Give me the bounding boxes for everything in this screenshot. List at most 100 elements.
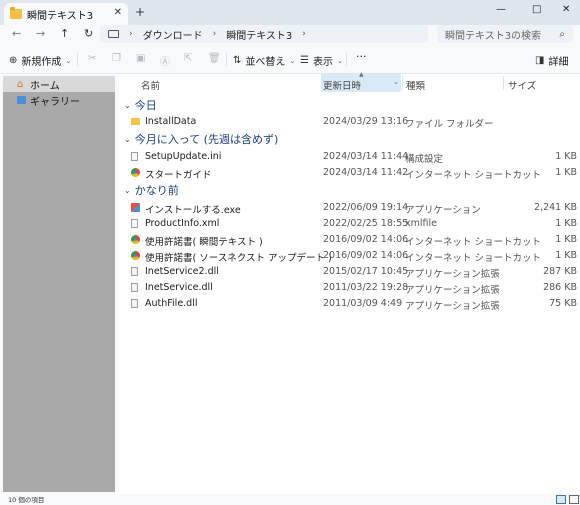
- maximize-button[interactable]: □: [532, 4, 541, 15]
- chevron-down-icon: ⌄: [124, 100, 131, 110]
- table-row[interactable]: SetupUpdate.ini 2024/03/14 11:44 構成設定 1 …: [131, 149, 577, 165]
- file-name: 使用許諾書( ソースネクスト アップデート ): [145, 253, 332, 264]
- more-options-button[interactable]: ···: [356, 50, 367, 63]
- new-button-label: 新規作成: [21, 57, 62, 68]
- close-window-button[interactable]: ✕: [562, 4, 570, 15]
- cut-icon[interactable]: ✂: [88, 53, 96, 64]
- share-icon[interactable]: ⇱: [184, 53, 192, 64]
- sidebar-item-label: ギャラリー: [30, 96, 80, 108]
- xml-file-icon: [131, 219, 138, 228]
- column-divider[interactable]: [402, 76, 403, 90]
- address-bar-row: ← → ↑ ↻ › ダウンロード › 瞬間テキスト3 › 瞬間テキスト3の検索 …: [0, 25, 580, 44]
- column-header-row: 名前 ▲ 更新日時 ⌄ 種類 サイズ: [119, 71, 580, 92]
- file-size: 1 KB: [555, 218, 577, 229]
- rename-icon[interactable]: Ⓐ: [160, 53, 170, 68]
- refresh-icon[interactable]: ↻: [84, 27, 93, 40]
- details-view-button[interactable]: [556, 495, 566, 504]
- file-date: 2016/09/02 14:06: [323, 250, 409, 261]
- command-bar: ⊕ 新規作成 ⌄ ✂ ❐ ▣ Ⓐ ⇱ 🗑 ⇅ 並べ替え ⌄ ☰ 表示 ⌄ ···…: [0, 44, 580, 74]
- table-row[interactable]: ProductInfo.xml 2022/02/25 18:55 xmlfile…: [131, 216, 577, 231]
- group-header-today[interactable]: ⌄ 今日: [124, 97, 157, 113]
- minimize-button[interactable]: —: [496, 4, 506, 15]
- breadcrumb-separator: ›: [302, 29, 306, 39]
- file-size: 286 KB: [543, 282, 577, 293]
- sidebar-item-label: ホーム: [30, 80, 60, 92]
- file-list: 名前 ▲ 更新日時 ⌄ 種類 サイズ ⌄ 今日 InstallData 2024…: [119, 71, 580, 494]
- file-type: インターネット ショートカット: [405, 253, 542, 264]
- address-field[interactable]: › ダウンロード › 瞬間テキスト3 ›: [100, 25, 428, 43]
- tab-current-folder[interactable]: 瞬間テキスト3 ✕: [4, 3, 128, 25]
- view-button-label: 表示: [312, 57, 333, 68]
- group-label: 今日: [134, 99, 157, 112]
- column-header-size[interactable]: サイズ: [508, 78, 536, 92]
- file-name: スタートガイド: [145, 170, 212, 181]
- file-name: SetupUpdate.ini: [145, 151, 222, 162]
- ini-file-icon: [131, 152, 138, 161]
- table-row[interactable]: AuthFile.dll 2011/03/09 4:49 アプリケーション拡張 …: [131, 296, 577, 312]
- table-row[interactable]: インストールする.exe 2022/06/09 19:14 アプリケーション 2…: [131, 200, 577, 216]
- file-date: 2024/03/14 11:42: [323, 167, 409, 178]
- gallery-icon: [17, 96, 26, 104]
- details-button-label: 詳細: [548, 57, 569, 68]
- breadcrumb-separator: ›: [129, 29, 133, 39]
- table-row[interactable]: 使用許諾書( ソースネクスト アップデート ) 2016/09/02 14:06…: [131, 248, 577, 264]
- folder-icon: [131, 118, 140, 125]
- table-row[interactable]: InstallData 2024/03/29 13:16 ファイル フォルダー: [131, 114, 571, 130]
- table-row[interactable]: 使用許諾書( 瞬間テキスト ) 2016/09/02 14:06 インターネット…: [131, 232, 577, 248]
- file-type: xmlfile: [405, 218, 437, 229]
- file-name: InstallData: [145, 116, 197, 127]
- tiles-view-button[interactable]: [569, 495, 579, 504]
- navigation-list: ⌂ ホーム ギャラリー: [3, 76, 117, 492]
- view-icon: ☰: [300, 55, 309, 66]
- search-icon: ⌕: [559, 28, 565, 40]
- new-button[interactable]: ⊕ 新規作成 ⌄: [9, 53, 71, 68]
- file-date: 2015/02/17 10:45: [323, 266, 409, 277]
- group-header-long-ago[interactable]: ⌄ かなり前: [124, 182, 179, 198]
- file-name: InetService2.dll: [145, 266, 219, 277]
- column-header-name[interactable]: 名前: [141, 78, 160, 92]
- item-count: 10 個の項目: [8, 496, 45, 504]
- forward-arrow-icon[interactable]: →: [36, 27, 45, 40]
- table-row[interactable]: InetService2.dll 2015/02/17 10:45 アプリケーシ…: [131, 264, 577, 280]
- new-tab-button[interactable]: +: [135, 5, 145, 19]
- back-arrow-icon[interactable]: ←: [12, 27, 21, 40]
- column-dropdown-icon[interactable]: ⌄: [393, 78, 399, 86]
- column-header-date[interactable]: 更新日時: [323, 78, 361, 92]
- table-row[interactable]: スタートガイド 2024/03/14 11:42 インターネット ショートカット…: [131, 165, 577, 181]
- web-shortcut-icon: [131, 235, 140, 244]
- tab-title: 瞬間テキスト3: [27, 10, 94, 22]
- column-divider[interactable]: [503, 76, 504, 90]
- details-pane-button[interactable]: ◨ 詳細: [535, 53, 568, 68]
- breadcrumb-downloads[interactable]: ダウンロード: [143, 27, 203, 42]
- file-type: インターネット ショートカット: [405, 170, 542, 181]
- divider: [346, 52, 347, 66]
- sort-icon: ⇅: [233, 55, 242, 66]
- paste-icon[interactable]: ▣: [136, 53, 145, 64]
- file-size: 1 KB: [555, 167, 577, 178]
- file-type: ファイル フォルダー: [405, 119, 494, 130]
- view-button[interactable]: ☰ 表示 ⌄: [300, 53, 343, 68]
- title-bar: 瞬間テキスト3 ✕ + — □ ✕: [0, 0, 580, 25]
- breadcrumb-separator: ›: [212, 29, 217, 39]
- file-name: InetService.dll: [145, 282, 213, 293]
- group-header-this-month[interactable]: ⌄ 今月に入って (先週は含めず): [124, 131, 278, 147]
- table-row[interactable]: InetService.dll 2011/03/22 19:28 アプリケーショ…: [131, 280, 577, 296]
- chevron-down-icon: ⌄: [124, 185, 131, 195]
- divider: [226, 52, 227, 66]
- sort-button[interactable]: ⇅ 並べ替え ⌄: [233, 53, 295, 68]
- file-type: アプリケーション拡張: [405, 269, 500, 280]
- navigation-pane: ⌂ ホーム ギャラリー: [0, 74, 119, 494]
- home-icon: ⌂: [17, 78, 24, 90]
- breadcrumb-current[interactable]: 瞬間テキスト3: [226, 27, 292, 42]
- group-label: 今月に入って (先週は含めず): [134, 133, 279, 146]
- sidebar-item-gallery[interactable]: ギャラリー: [3, 92, 117, 108]
- tab-close-icon[interactable]: ✕: [114, 7, 122, 18]
- up-arrow-icon[interactable]: ↑: [60, 27, 69, 40]
- sidebar-item-home[interactable]: ⌂ ホーム: [3, 76, 117, 92]
- search-input[interactable]: 瞬間テキスト3の検索 ⌕: [437, 25, 573, 43]
- copy-icon[interactable]: ❐: [112, 53, 121, 64]
- folder-icon: [10, 7, 22, 19]
- column-header-type[interactable]: 種類: [406, 78, 425, 92]
- delete-icon[interactable]: 🗑: [208, 53, 221, 64]
- chevron-down-icon: ⌄: [289, 56, 296, 65]
